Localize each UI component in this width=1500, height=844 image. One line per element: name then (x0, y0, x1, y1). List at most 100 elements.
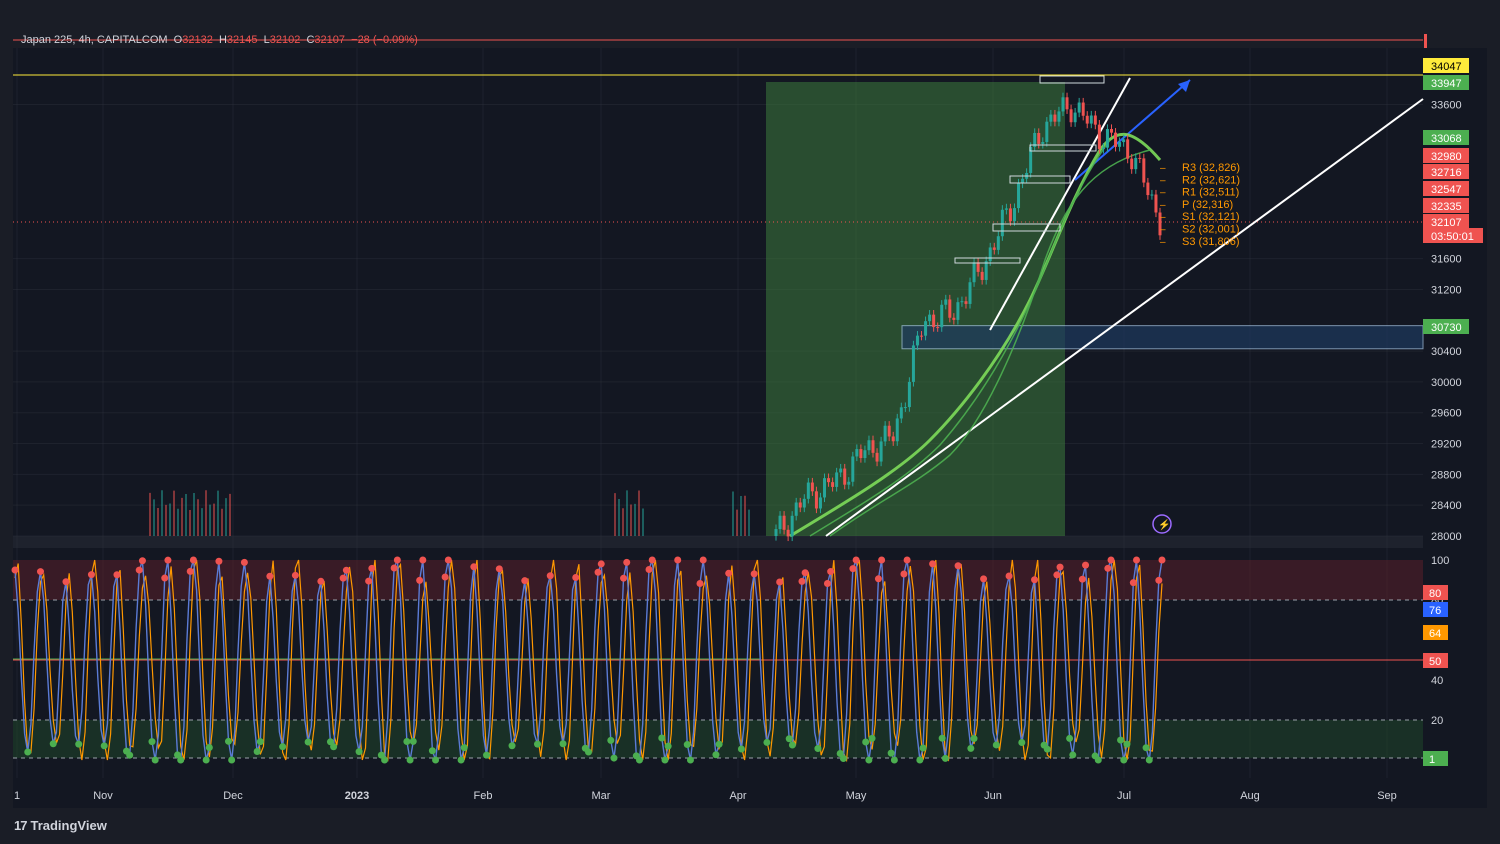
signal-dot (1056, 563, 1064, 571)
candle-body (936, 327, 940, 329)
symbol-name[interactable]: Japan 225, 4h, CAPITALCOM (21, 34, 168, 46)
pivot-dash: – (1160, 212, 1166, 223)
y-tick-label: 28400 (1431, 500, 1462, 512)
candle-body (952, 317, 956, 320)
candle-body (867, 440, 871, 451)
candle-body (976, 262, 980, 272)
osc-label-text: 1 (1429, 754, 1435, 766)
signal-dot (814, 745, 822, 753)
high-label: H (218, 34, 227, 46)
signal-dot (138, 557, 146, 565)
osc-label-box (1423, 751, 1448, 766)
signal-dot (126, 751, 134, 759)
signal-dot (620, 574, 628, 582)
signal-dot (1018, 738, 1026, 746)
signal-dot (715, 740, 723, 748)
signal-dot (460, 744, 468, 752)
signal-dot (874, 575, 882, 583)
candle-body (855, 449, 859, 457)
signal-dot (1145, 756, 1153, 764)
y-tick-label: 31600 (1431, 254, 1462, 266)
signal-dot (495, 565, 503, 573)
signal-dot (954, 562, 962, 570)
candle-body (1130, 158, 1134, 170)
signal-dot (342, 566, 350, 574)
overbought-zone (13, 560, 1423, 600)
pivot-dash: – (1160, 225, 1166, 236)
x-tick-label: 2023 (345, 790, 369, 802)
signal-dot (24, 748, 32, 756)
candle-body (1073, 112, 1077, 123)
signal-dot (798, 577, 806, 585)
pivot-label: S1 (32,121) (1182, 211, 1239, 223)
signal-dot (788, 741, 796, 749)
chart-window: 1 Nov Dec 2023 Feb Mar Apr May Jun Jul Aug Sep 28000… (0, 0, 1500, 844)
candle-body (835, 472, 839, 487)
signal-dot (1094, 756, 1102, 764)
osc-y-tick-label: 40 (1431, 675, 1443, 687)
candle-body (920, 335, 924, 337)
tradingview-logo[interactable]: 17 TradingView (14, 818, 107, 833)
candle-body (774, 529, 778, 536)
osc-label-text: 80 (1429, 588, 1441, 600)
signal-dot (186, 567, 194, 575)
signal-dot (205, 744, 213, 752)
x-tick-label: Feb (474, 790, 493, 802)
pivot-label: R1 (32,511) (1182, 187, 1239, 199)
signal-dot (737, 745, 745, 753)
signal-dot (432, 756, 440, 764)
signal-dot (699, 556, 707, 564)
candle-body (1114, 132, 1118, 147)
signal-dot (161, 574, 169, 582)
signal-dot (938, 734, 946, 742)
signal-dot (1123, 740, 1131, 748)
candle-body (964, 301, 968, 304)
signal-dot (148, 738, 156, 746)
signal-dot (1043, 745, 1051, 753)
pane-divider (13, 536, 1423, 548)
signal-dot (151, 756, 159, 764)
candle-body (847, 481, 851, 485)
y-tick-label: 30000 (1431, 377, 1462, 389)
price-scale-marker (1424, 34, 1427, 48)
candle-body (1150, 194, 1154, 196)
signal-dot (393, 556, 401, 564)
signal-dot (801, 569, 809, 577)
x-tick-label: Apr (729, 790, 746, 802)
candle-body (1146, 182, 1150, 196)
candle-body (932, 314, 936, 328)
pivot-label: R3 (32,826) (1182, 162, 1240, 174)
candle-body (798, 502, 802, 508)
x-tick-label: Sep (1377, 790, 1397, 802)
candle-body (790, 515, 794, 537)
signal-dot (658, 734, 666, 742)
signal-dot (279, 743, 287, 751)
signal-dot (355, 748, 363, 756)
candle-body (1077, 102, 1081, 113)
candle-body (1101, 147, 1105, 149)
candle-body (980, 271, 984, 280)
signal-dot (823, 580, 831, 588)
signal-dot (419, 556, 427, 564)
candle-body (1045, 121, 1049, 142)
logo-text: TradingView (30, 818, 107, 833)
signal-dot (1107, 556, 1115, 564)
y-tick-label: 29600 (1431, 408, 1462, 420)
signal-dot (763, 738, 771, 746)
candle-body (1081, 102, 1085, 116)
candle-body (831, 482, 835, 487)
candle-body (859, 449, 863, 459)
candle-body (806, 482, 810, 499)
candle-body (794, 502, 798, 516)
candle-body (899, 407, 903, 419)
signal-dot (1117, 736, 1125, 744)
demand-zone (901, 325, 1424, 350)
signal-dot (1031, 576, 1039, 584)
signal-dot (1133, 556, 1141, 564)
candle-body (1109, 129, 1113, 133)
chart-canvas[interactable]: 1 Nov Dec 2023 Feb Mar Apr May Jun Jul Aug Sep 28000… (0, 0, 1500, 844)
candle-body (782, 515, 786, 530)
candle-body (1122, 139, 1126, 143)
candle-body (786, 529, 790, 537)
candle-body (823, 478, 827, 498)
